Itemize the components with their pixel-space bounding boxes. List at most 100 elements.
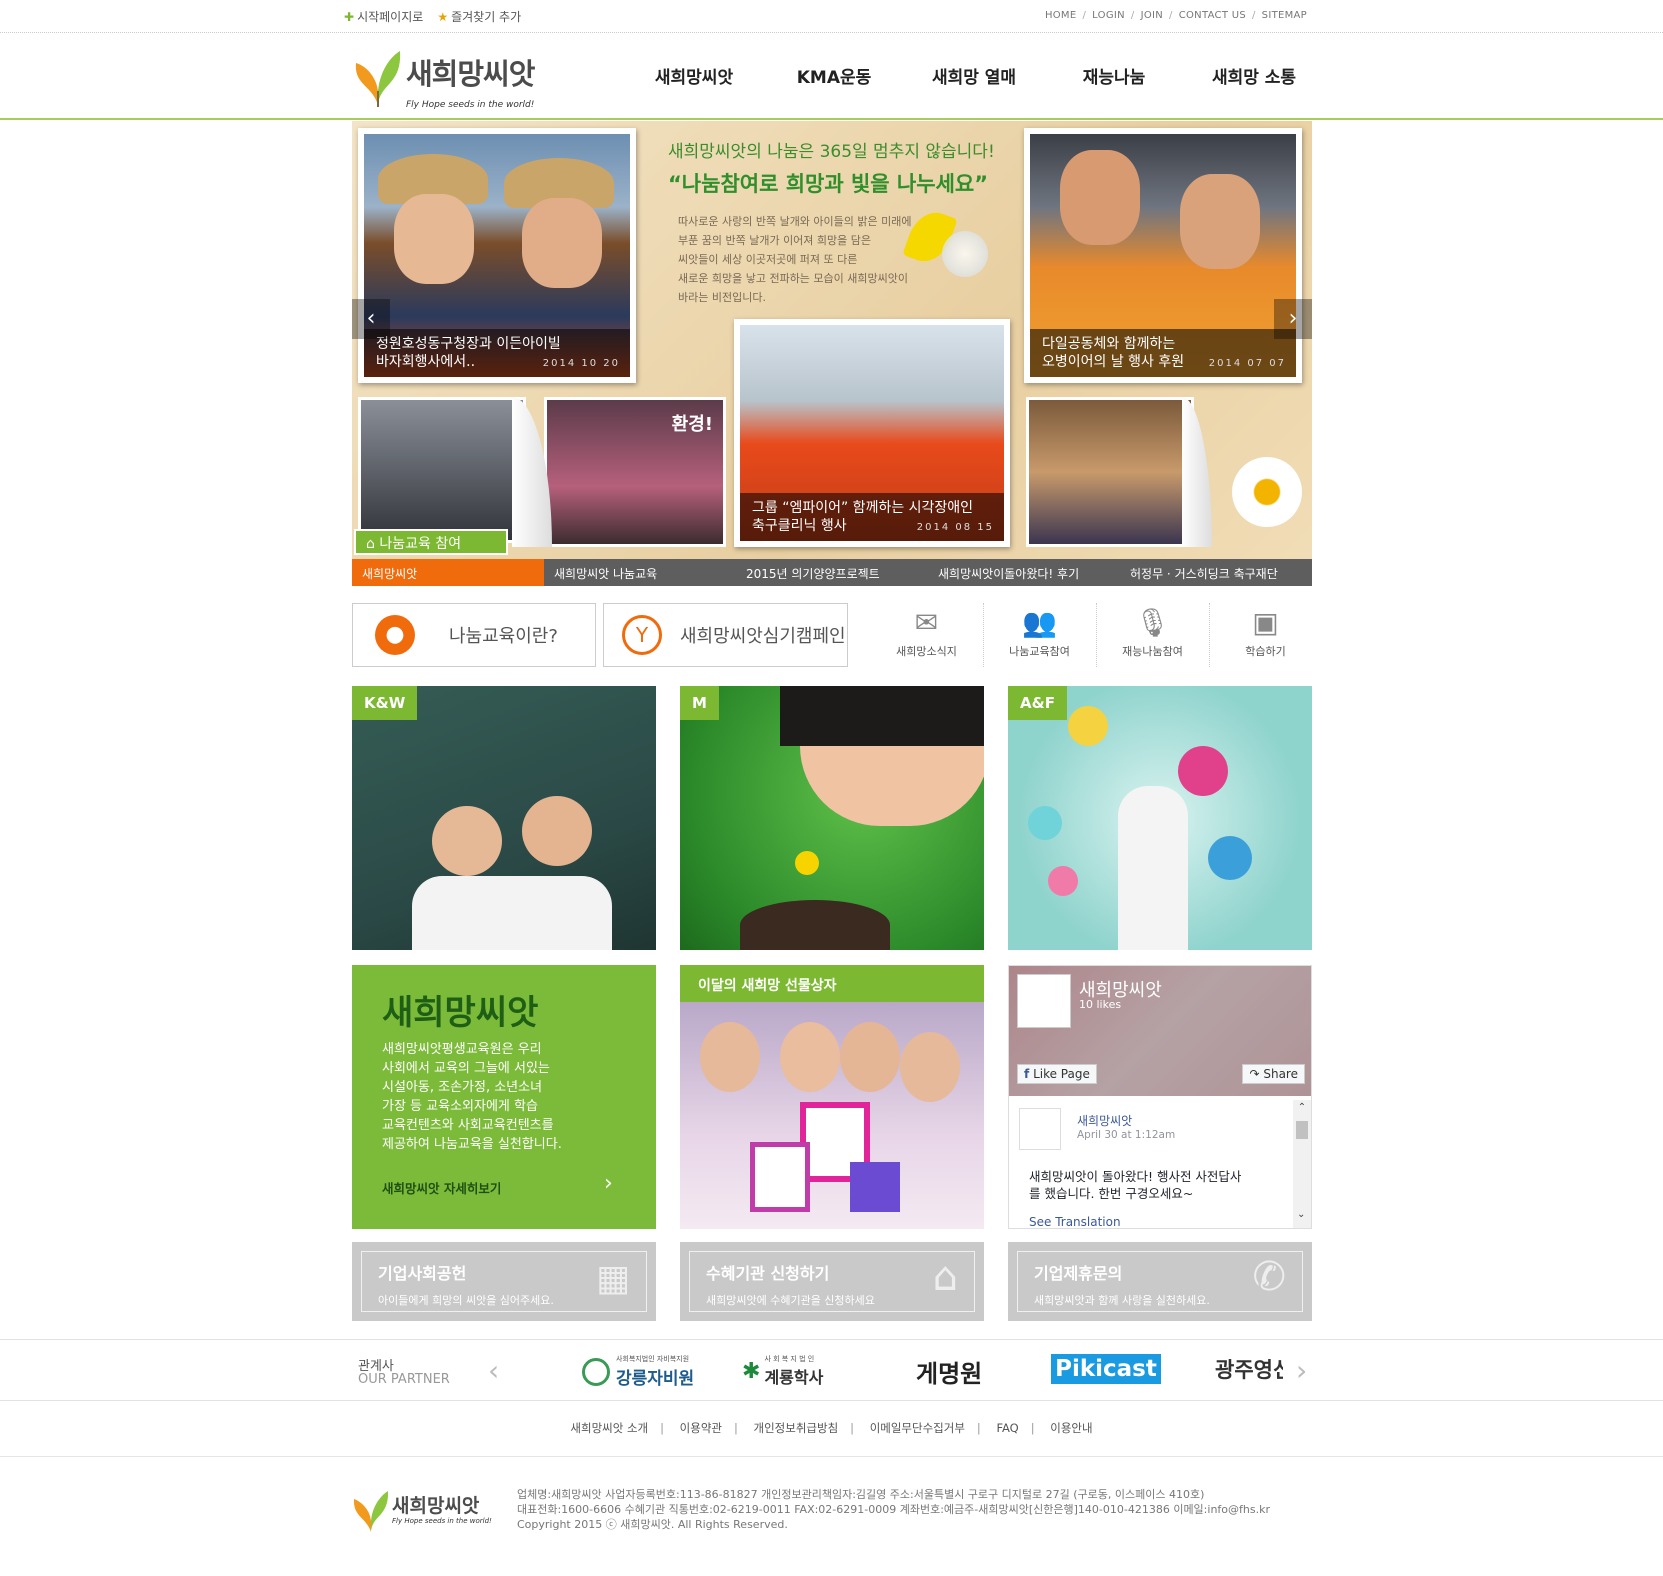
apply-institution-button[interactable]: 수혜기관 신청하기 새희망씨앗에 수혜기관을 신청하세요 ⌂ — [680, 1242, 984, 1321]
partnership-inquiry-button[interactable]: 기업제휴문의 새희망씨앗과 함께 사랑을 실천하세요. ✆ — [1008, 1242, 1312, 1321]
quick-talent-join[interactable]: 🎙 재능나눔참여 — [1096, 603, 1209, 667]
bubble — [1048, 866, 1078, 896]
hero-tab-1[interactable]: 새희망씨앗 — [352, 559, 544, 586]
facebook-icon: f — [1024, 1067, 1030, 1081]
hero-photo-1[interactable]: 정원호성동구청장과 이든아이빌 바자회행사에서.. 2014 10 20 — [358, 128, 636, 383]
footer-link-faq[interactable]: FAQ — [996, 1421, 1018, 1435]
star-icon: ★ — [437, 9, 449, 24]
post-time[interactable]: April 30 at 1:12am — [1077, 1129, 1175, 1141]
nav-item-hope-seed[interactable]: 새희망씨앗 — [624, 63, 764, 88]
site-header: 새희망씨앗 Fly Hope seeds in the world! 새희망씨앗… — [0, 33, 1663, 120]
see-translation-link[interactable]: See Translation — [1029, 1215, 1121, 1228]
daisy-flower-icon — [1232, 457, 1302, 527]
child-figure — [1118, 786, 1188, 950]
chevron-right-icon[interactable]: › — [604, 1171, 613, 1196]
building-icon: ▦ — [595, 1258, 630, 1299]
hero-photo-event[interactable] — [1026, 397, 1194, 547]
footer-link-guide[interactable]: 이용안내 — [1050, 1421, 1092, 1435]
gift-box-panel[interactable]: 이달의 새희망 선물상자 — [680, 965, 984, 1229]
partner-logo-gwangju[interactable]: 광주영신 — [1215, 1354, 1283, 1388]
nav-item-talent[interactable]: 재능나눔 — [1044, 63, 1184, 88]
intro-title: 새희망씨앗 — [382, 993, 539, 1033]
hero-next-arrow[interactable]: › — [1274, 299, 1312, 339]
footer-logo[interactable]: 새희망씨앗 Fly Hope seeds in the world! — [350, 1487, 500, 1535]
partner-logo-gyemyeong[interactable]: 게명원 — [916, 1354, 982, 1389]
post-author[interactable]: 새희망씨앗 — [1077, 1112, 1132, 1129]
facebook-widget: 새희망씨앗 10 likes f Like Page ↷ Share 새희망씨앗… — [1008, 965, 1312, 1229]
post-scrollbar[interactable]: ⌃ ⌄ — [1293, 1100, 1311, 1228]
footer-info: 업체명:새희망씨앗 사업자등록번호:113-86-81827 개인정보관리책임자… — [517, 1488, 1270, 1531]
gift-box — [850, 1162, 900, 1212]
intro-text: 새희망씨앗평생교육원은 우리 사회에서 교육의 그늘에 서있는 시설아동, 조손… — [382, 1042, 562, 1152]
phone-icon: ✆ — [1252, 1254, 1286, 1300]
soil — [740, 900, 890, 950]
nav-item-hope-fruit[interactable]: 새희망 열매 — [904, 63, 1044, 88]
butterfly-logo-icon — [353, 1491, 389, 1532]
hero-tab-5[interactable]: 허정무 · 거스히딩크 축구재단 — [1120, 559, 1312, 586]
footer-link-email-refusal[interactable]: 이메일무단수집거부 — [870, 1421, 965, 1435]
people-icon: 👥 — [1022, 606, 1057, 639]
share-edu-button[interactable]: ● 나눔교육이란? — [352, 603, 596, 667]
tree-icon: ✱ — [742, 1358, 761, 1384]
logo-text: 새희망씨앗 — [406, 57, 535, 91]
quick-study[interactable]: ▣ 학습하기 — [1209, 603, 1322, 667]
sitemap-link[interactable]: SITEMAP — [1262, 10, 1307, 21]
hero-banner: 정원호성동구청장과 이든아이빌 바자회행사에서.. 2014 10 20 새희망씨… — [352, 121, 1312, 586]
hero-tab-4[interactable]: 새희망씨앗이돌아왔다! 후기 — [928, 559, 1120, 586]
site-logo[interactable]: 새희망씨앗 Fly Hope seeds in the world! — [350, 45, 540, 110]
campaign-label: 새희망씨앗심기캠페인 — [680, 626, 846, 647]
login-link[interactable]: LOGIN — [1092, 10, 1125, 21]
hero-headline-2: “나눔참여로 희망과 빛을 나누세요” — [668, 172, 989, 196]
partner-prev-arrow[interactable]: ‹ — [488, 1354, 499, 1387]
hero-headline-1: 새희망씨앗의 나눔은 365일 멈추지 않습니다! — [668, 142, 995, 162]
hero-photo-2-caption: 다일공동체와 함께하는 오병이어의 날 행사 후원 2014 07 07 — [1030, 329, 1296, 377]
microphone-icon: 🎙 — [1134, 606, 1171, 639]
hero-photo-3[interactable]: 그룹 “엠파이어” 함께하는 시각장애인 축구클리닉 행사 2014 08 15 — [734, 319, 1010, 547]
tile-kw[interactable]: K&W — [352, 686, 656, 950]
intro-more-link[interactable]: 새희망씨앗 자세히보기 — [382, 1178, 501, 1197]
logo-slogan: Fly Hope seeds in the world! — [406, 100, 535, 110]
hero-tab-strip: 새희망씨앗 새희망씨앗 나눔교육 2015년 의기양양프로젝트 새희망씨앗이돌아… — [352, 559, 1312, 586]
footer-link-privacy[interactable]: 개인정보취급방침 — [754, 1421, 839, 1435]
nav-item-communication[interactable]: 새희망 소통 — [1184, 63, 1324, 88]
contact-link[interactable]: CONTACT US — [1179, 10, 1246, 21]
sprout-icon: Y — [622, 615, 662, 655]
partner-logo-pikicast[interactable]: Pikicast — [1051, 1354, 1161, 1384]
corporate-csr-button[interactable]: 기업사회공헌 아이들에게 희망의 씨앗을 심어주세요. ▦ — [352, 1242, 656, 1321]
hero-photo-2[interactable]: 다일공동체와 함께하는 오병이어의 날 행사 후원 2014 07 07 — [1024, 128, 1302, 383]
tile-m[interactable]: M — [680, 686, 984, 950]
gift-image — [680, 1002, 984, 1229]
campaign-button[interactable]: Y 새희망씨앗심기캠페인 — [603, 603, 848, 667]
tile-af-tag: A&F — [1008, 686, 1067, 720]
hero-photo-ceremony[interactable] — [358, 397, 526, 543]
tile-af[interactable]: A&F — [1008, 686, 1312, 950]
hero-tab-3[interactable]: 2015년 의기양양프로젝트 — [736, 559, 928, 586]
hero-prev-arrow[interactable]: ‹ — [352, 299, 390, 339]
footer-link-about[interactable]: 새희망씨앗 소개 — [570, 1421, 648, 1435]
hero-tab-2[interactable]: 새희망씨앗 나눔교육 — [544, 559, 736, 586]
join-link[interactable]: JOIN — [1141, 10, 1163, 21]
scroll-down-icon[interactable]: ⌄ — [1297, 1209, 1305, 1220]
quick-edu-join[interactable]: 👥 나눔교육참여 — [983, 603, 1096, 667]
scroll-thumb[interactable] — [1296, 1121, 1308, 1139]
house-heart-icon: ⌂ — [932, 1254, 958, 1300]
post-avatar — [1019, 1108, 1061, 1150]
scroll-up-icon[interactable]: ⌃ — [1293, 1102, 1311, 1113]
footer-link-terms[interactable]: 이용약관 — [680, 1421, 722, 1435]
hero-photo-award[interactable]: 환경! — [544, 397, 726, 547]
partner-logo-gangneung[interactable]: 사회복지법인 자비복지원 강릉자비원 — [582, 1354, 694, 1389]
tile-m-tag: M — [680, 686, 719, 720]
top-utility-bar: ✚ 시작페이지로 ★ 즐겨찾기 추가 HOME / LOGIN / JOIN / CONT… — [0, 0, 1663, 33]
facebook-like-button[interactable]: f Like Page — [1017, 1064, 1097, 1084]
nav-item-kma[interactable]: KMA운동 — [764, 63, 904, 88]
quick-newsletter[interactable]: ✉ 새희망소식지 — [870, 603, 983, 667]
startpage-link[interactable]: ✚ 시작페이지로 — [344, 8, 423, 25]
bubble — [1208, 836, 1252, 880]
home-link[interactable]: HOME — [1045, 10, 1077, 21]
share-edu-badge[interactable]: ⌂ 나눔교육 참여 — [354, 529, 508, 555]
partner-next-arrow[interactable]: › — [1296, 1354, 1307, 1387]
favorite-link[interactable]: ★ 즐겨찾기 추가 — [437, 8, 521, 25]
main-nav: 새희망씨앗 KMA운동 새희망 열매 재능나눔 새희망 소통 — [624, 63, 1324, 88]
facebook-share-button[interactable]: ↷ Share — [1242, 1064, 1305, 1084]
partner-logo-gyeryong[interactable]: ✱ 사 회 복 지 법 인 계룡학사 — [742, 1354, 823, 1388]
